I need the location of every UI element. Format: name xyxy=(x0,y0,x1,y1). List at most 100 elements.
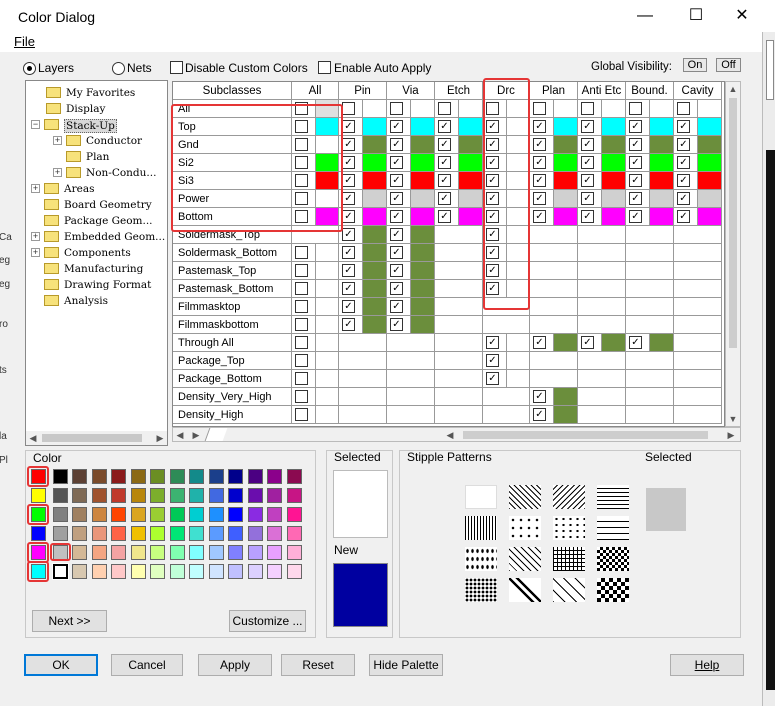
color-swatch-cell[interactable] xyxy=(362,280,386,297)
palette-swatch[interactable] xyxy=(130,545,146,560)
visibility-checkbox[interactable] xyxy=(295,390,308,403)
grid-cell[interactable] xyxy=(578,280,626,298)
grid-cell[interactable]: ✓ xyxy=(387,154,435,172)
palette-swatch[interactable] xyxy=(31,488,46,503)
grid-cell[interactable] xyxy=(626,226,674,244)
visibility-checkbox[interactable] xyxy=(295,336,308,349)
column-header-plan[interactable]: Plan xyxy=(530,82,578,100)
grid-cell[interactable]: ✓ xyxy=(483,352,530,370)
color-swatch-cell[interactable] xyxy=(458,172,482,189)
tree-scroll-right-icon[interactable]: ▶ xyxy=(153,431,167,445)
visibility-checkbox[interactable] xyxy=(581,102,594,115)
tree-item[interactable]: + Non-Condu... xyxy=(26,165,167,181)
color-swatch-cell[interactable] xyxy=(601,172,625,189)
color-swatch-cell[interactable] xyxy=(553,136,577,153)
grid-cell[interactable] xyxy=(626,406,674,424)
visibility-checkbox[interactable] xyxy=(295,318,308,331)
grid-cell[interactable] xyxy=(530,298,578,316)
palette-swatch[interactable] xyxy=(247,545,263,560)
color-swatch-cell[interactable] xyxy=(315,244,338,261)
grid-cell[interactable] xyxy=(674,262,722,280)
stipple-pattern[interactable] xyxy=(597,578,629,602)
visibility-checkbox[interactable]: ✓ xyxy=(342,192,355,205)
nets-radio[interactable] xyxy=(112,62,125,75)
tree-item[interactable]: Board Geometry xyxy=(26,197,167,213)
column-header-pin[interactable]: Pin xyxy=(339,82,387,100)
palette-swatch[interactable] xyxy=(169,526,185,541)
palette-swatch[interactable] xyxy=(286,526,302,541)
stipple-pattern[interactable] xyxy=(553,516,585,540)
visibility-checkbox[interactable] xyxy=(677,102,690,115)
grid-cell[interactable] xyxy=(578,316,626,334)
color-swatch-cell[interactable] xyxy=(601,190,625,207)
close-button[interactable]: ✕ xyxy=(731,6,753,26)
grid-cell[interactable] xyxy=(387,406,435,424)
color-swatch-cell[interactable] xyxy=(649,154,673,171)
palette-swatch[interactable] xyxy=(189,469,204,484)
color-swatch-cell[interactable] xyxy=(362,190,386,207)
visibility-checkbox[interactable] xyxy=(295,264,308,277)
grid-cell[interactable]: ✓ xyxy=(339,226,387,244)
visibility-checkbox[interactable]: ✓ xyxy=(581,156,594,169)
grid-cell[interactable]: ✓ xyxy=(387,262,435,280)
grid-sheet-tab[interactable] xyxy=(204,428,228,441)
grid-cell[interactable] xyxy=(530,244,578,262)
color-swatch-cell[interactable] xyxy=(410,172,434,189)
color-swatch-cell[interactable] xyxy=(362,100,386,117)
grid-cell[interactable]: ✓ xyxy=(530,136,578,154)
visibility-checkbox[interactable] xyxy=(438,102,451,115)
color-swatch-cell[interactable] xyxy=(601,154,625,171)
palette-swatch[interactable] xyxy=(267,507,282,522)
ok-button[interactable]: OK xyxy=(24,654,98,676)
visibility-checkbox[interactable]: ✓ xyxy=(581,192,594,205)
customize-button[interactable]: Customize ... xyxy=(229,610,306,632)
visibility-checkbox[interactable]: ✓ xyxy=(390,318,403,331)
grid-cell[interactable]: ✓ xyxy=(674,154,722,172)
palette-swatch[interactable] xyxy=(267,469,282,484)
palette-swatch[interactable] xyxy=(189,526,204,541)
grid-vertical-scrollbar[interactable]: ▲ ▼ xyxy=(725,81,741,427)
grid-cell[interactable] xyxy=(530,280,578,298)
stipple-pattern-grid[interactable] xyxy=(465,485,637,610)
color-swatch-cell[interactable] xyxy=(553,172,577,189)
grid-cell[interactable] xyxy=(578,352,626,370)
grid-cell[interactable] xyxy=(626,244,674,262)
palette-swatch[interactable] xyxy=(72,526,87,541)
color-swatch-cell[interactable] xyxy=(315,388,338,405)
grid-cell[interactable] xyxy=(578,298,626,316)
visibility-checkbox[interactable]: ✓ xyxy=(533,192,546,205)
grid-cell[interactable] xyxy=(435,298,483,316)
color-swatch-cell[interactable] xyxy=(649,136,673,153)
visibility-checkbox[interactable]: ✓ xyxy=(342,282,355,295)
grid-cell[interactable] xyxy=(435,352,483,370)
grid-cell[interactable]: ✓ xyxy=(626,154,674,172)
visibility-checkbox[interactable]: ✓ xyxy=(581,210,594,223)
visibility-checkbox[interactable]: ✓ xyxy=(486,336,499,349)
grid-cell[interactable] xyxy=(292,406,339,424)
grid-cell[interactable]: ✓ xyxy=(530,334,578,352)
grid-cell[interactable]: ✓ xyxy=(578,334,626,352)
palette-swatch[interactable] xyxy=(228,469,243,484)
visibility-checkbox[interactable]: ✓ xyxy=(342,246,355,259)
grid-cell[interactable]: ✓ xyxy=(674,136,722,154)
visibility-checkbox[interactable]: ✓ xyxy=(390,120,403,133)
grid-cell[interactable] xyxy=(578,244,626,262)
palette-swatch[interactable] xyxy=(208,526,224,541)
grid-cell[interactable] xyxy=(292,370,339,388)
palette-swatch[interactable] xyxy=(189,564,204,579)
palette-swatch[interactable] xyxy=(247,507,263,522)
color-swatch-cell[interactable] xyxy=(315,298,338,315)
color-swatch-cell[interactable] xyxy=(601,100,625,117)
grid-cell[interactable] xyxy=(674,100,722,118)
palette-swatch[interactable] xyxy=(286,507,302,522)
grid-cell[interactable] xyxy=(578,406,626,424)
palette-swatch[interactable] xyxy=(72,564,87,579)
stipple-pattern[interactable] xyxy=(597,547,629,571)
global-visibility-on-button[interactable]: On xyxy=(683,58,707,72)
tree-item[interactable]: Manufacturing xyxy=(26,261,167,277)
grid-cell[interactable]: ✓ xyxy=(578,154,626,172)
grid-cell[interactable]: ✓ xyxy=(435,136,483,154)
visibility-checkbox[interactable]: ✓ xyxy=(486,372,499,385)
grid-cell[interactable] xyxy=(626,262,674,280)
grid-cell[interactable] xyxy=(674,406,722,424)
